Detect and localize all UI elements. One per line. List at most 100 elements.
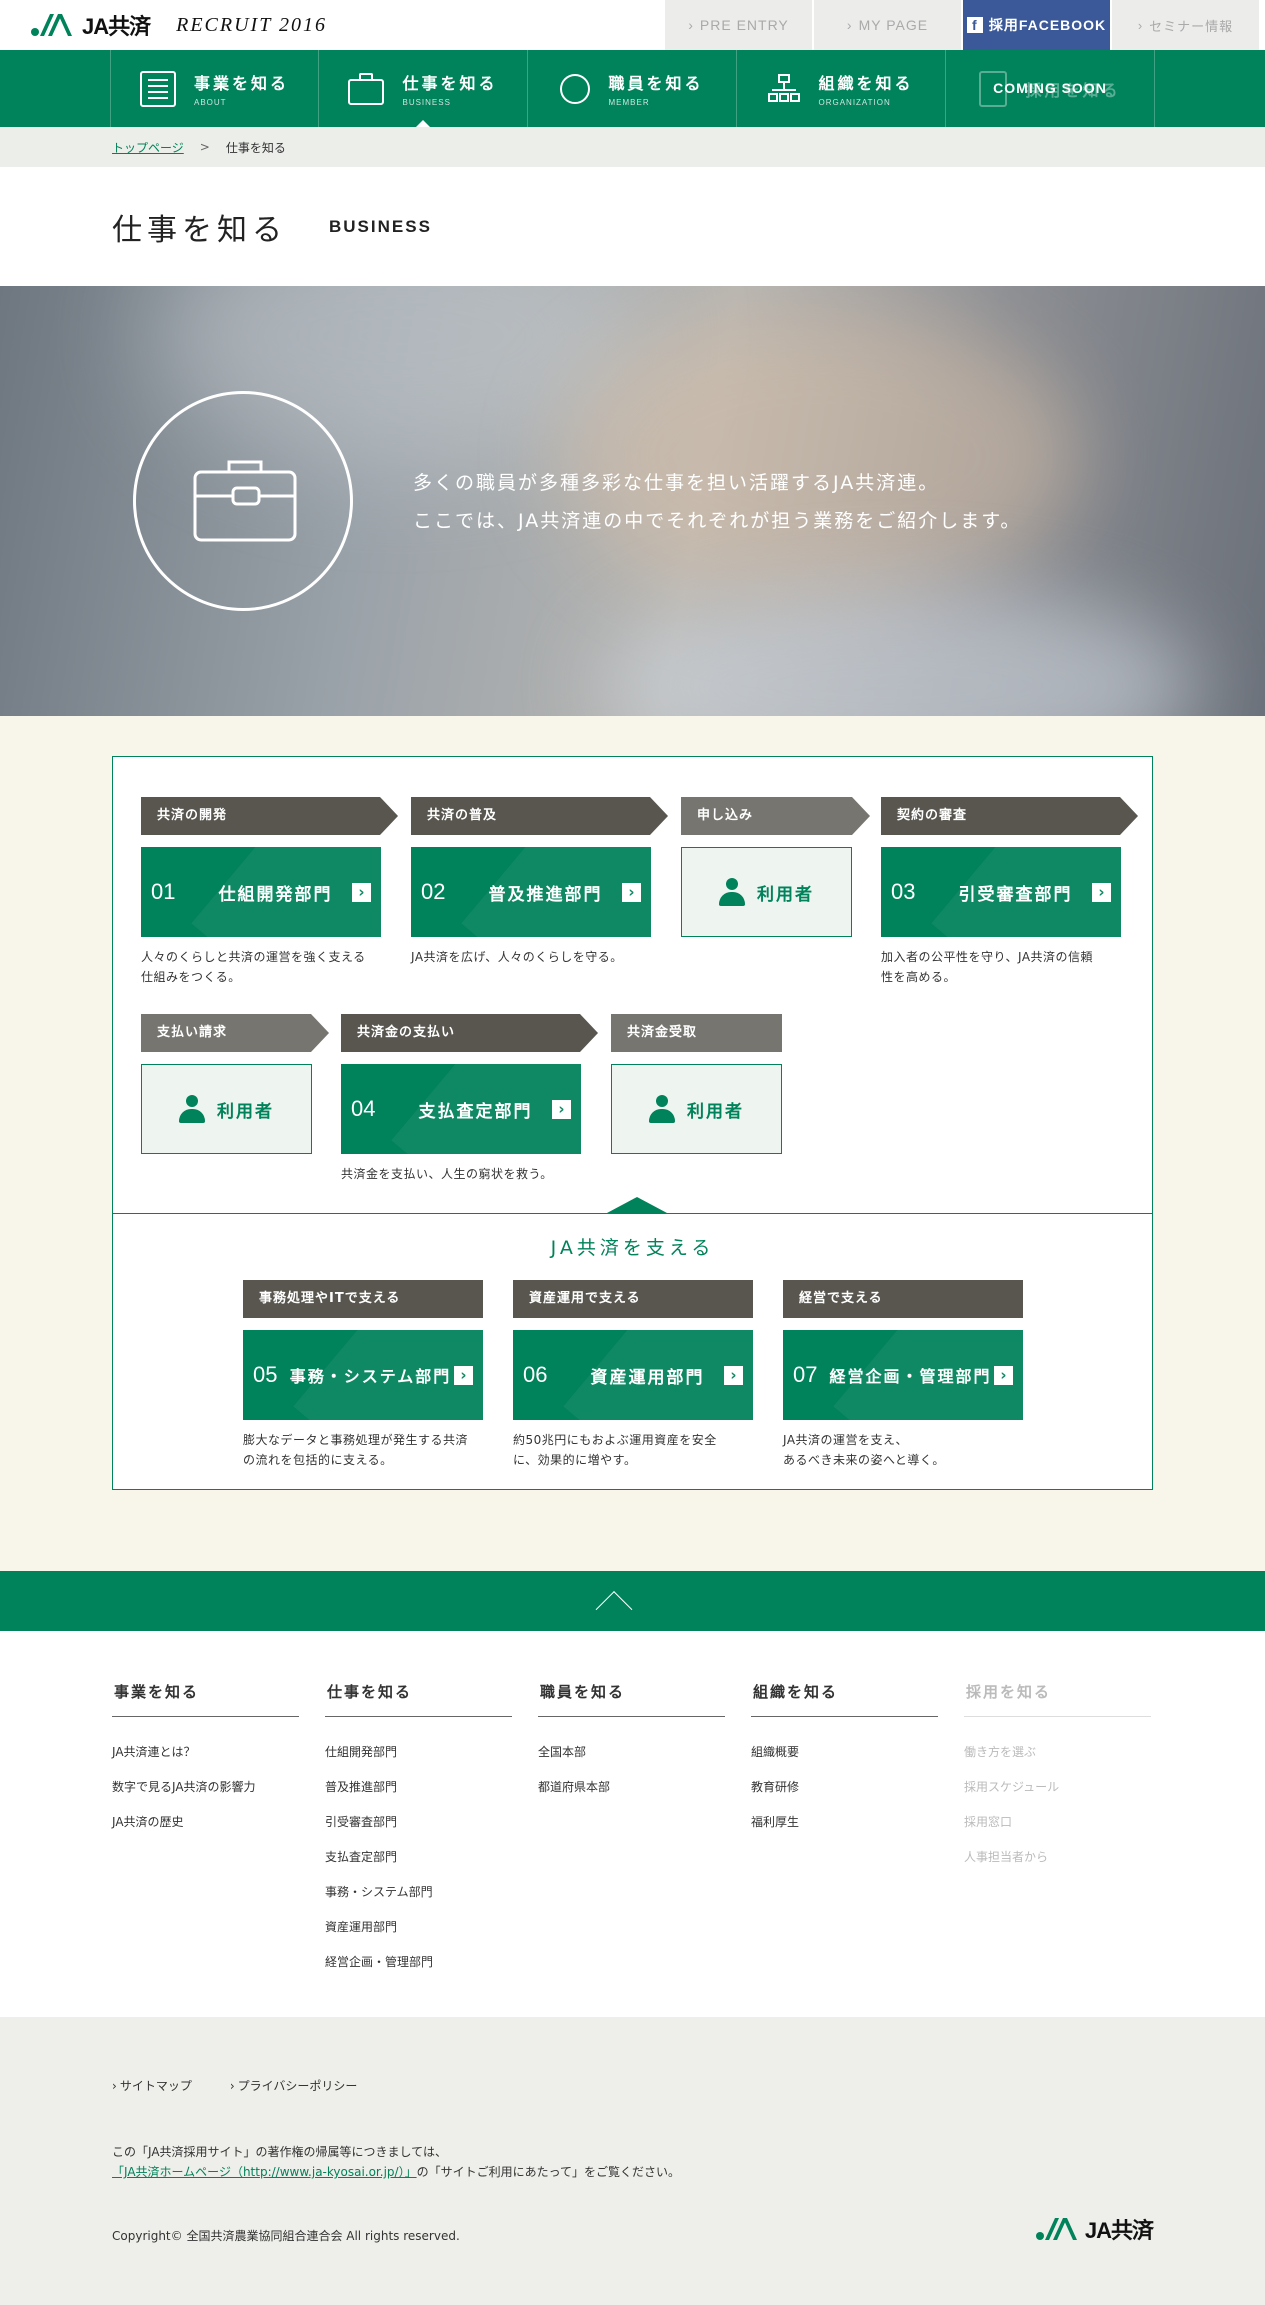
page-title: 仕事を知る — [112, 212, 287, 248]
dept-number: 03 — [891, 879, 916, 904]
arrow-right-icon: › — [724, 1365, 743, 1385]
sitemap-column-about: 事業を知る JA共済連とは？ 数字で見るJA共済の影響力 JA共済の歴史 — [112, 1681, 299, 2017]
user-card: 利用者 — [681, 847, 852, 937]
sitemap-link[interactable]: 全国本部 — [538, 1735, 725, 1770]
sitemap-link[interactable]: 経営企画・管理部門 — [325, 1945, 512, 1980]
support-label: 経営で支える — [783, 1280, 1023, 1318]
sitemap-heading[interactable]: 職員を知る — [538, 1681, 725, 1717]
pre-entry-button[interactable]: › PRE ENTRY — [663, 0, 812, 50]
sitemap-link[interactable]: 資産運用部門 — [325, 1910, 512, 1945]
sitemap-link-disabled: 働き方を選ぶ — [964, 1745, 1037, 1759]
sitemap-link[interactable]: JA共済の歴史 — [112, 1805, 299, 1840]
sitemap-link[interactable]: 組織概要 — [751, 1735, 938, 1770]
dept-description: 膨大なデータと事務処理が発生する共済 の流れを包括的に支える。 — [243, 1433, 469, 1467]
briefcase-icon — [193, 460, 297, 542]
page-title-area: 仕事を知る BUSINESS — [0, 167, 1265, 286]
sitemap-link[interactable]: 福利厚生 — [751, 1805, 938, 1840]
breadcrumb-current: 仕事を知る — [225, 140, 286, 155]
facebook-button[interactable]: f 採用FACEBOOK — [961, 0, 1110, 50]
nav-item-member[interactable]: 職員を知る MEMBER — [528, 50, 737, 127]
step-label: 共済の普及 — [411, 797, 668, 835]
org-chart-icon — [768, 73, 801, 104]
nav-item-organization[interactable]: 組織を知る ORGANIZATION — [737, 50, 946, 127]
sitemap-link[interactable]: 教育研修 — [751, 1770, 938, 1805]
person-icon — [560, 73, 591, 104]
sitemap-column-member: 職員を知る 全国本部 都道府県本部 — [538, 1681, 725, 2017]
sitemap-link[interactable]: サイトマップ — [112, 2077, 192, 2094]
step-label: 支払い請求 — [141, 1014, 329, 1052]
dept-card-02[interactable]: 02 普及推進部門 › — [411, 847, 651, 937]
nav-sublabel: BUSINESS — [402, 98, 451, 107]
seminar-button[interactable]: › セミナー情報 — [1110, 0, 1259, 50]
sitemap-link-disabled: 人事担当者から — [964, 1850, 1049, 1864]
breadcrumb-separator: > — [199, 140, 210, 154]
ja-kyosai-homepage-link[interactable]: 「JA共済ホームページ（http://www.ja-kyosai.or.jp/）… — [112, 2165, 417, 2179]
footer: サイトマップ プライバシーポリシー この「JA共済採用サイト」の著作権の帰属等に… — [0, 2017, 1265, 2305]
support-divider-arrow-icon — [607, 1197, 667, 1213]
dept-card-04[interactable]: 04 支払査定部門 › — [341, 1064, 581, 1154]
dept-description: 人々のくらしと共済の運営を強く支える 仕組みをつくる。 — [141, 950, 366, 984]
breadcrumb-home-link[interactable]: トップページ — [112, 139, 184, 156]
dept-card-07[interactable]: 07 経営企画・管理部門 › — [783, 1330, 1023, 1420]
dept-number: 05 — [253, 1362, 278, 1387]
nav-item-business[interactable]: 仕事を知る BUSINESS — [319, 50, 528, 127]
footer-links: サイトマップ プライバシーポリシー — [112, 2077, 395, 2094]
footer-logo: JA共済 — [1035, 2213, 1154, 2245]
step-label: 共済金受取 — [611, 1014, 782, 1052]
sitemap-link[interactable]: 引受審査部門 — [325, 1805, 512, 1840]
facebook-icon: f — [966, 17, 983, 33]
dept-name: 支払査定部門 — [418, 1101, 533, 1122]
arrow-right-icon: › — [622, 882, 641, 902]
dept-number: 02 — [421, 879, 446, 904]
dept-name: 経営企画・管理部門 — [829, 1367, 992, 1386]
privacy-policy-link[interactable]: プライバシーポリシー — [230, 2077, 358, 2094]
user-label: 利用者 — [687, 1101, 744, 1122]
sitemap-link-disabled: 採用窓口 — [964, 1815, 1013, 1829]
briefcase-icon — [348, 72, 385, 105]
sitemap-link[interactable]: JA共済連とは？ — [112, 1735, 299, 1770]
dept-card-01[interactable]: 01 仕組開発部門 › — [141, 847, 381, 937]
business-flow-box: 共済の開発 01 仕組開発部門 › 人々のくらしと共済の運営を強く支える 仕組みを… — [112, 756, 1153, 1490]
logo[interactable]: JA共済 RECRUIT 2016 — [0, 0, 663, 50]
hero-banner: 多くの職員が多種多彩な仕事を担い活躍するJA共済連。 ここでは、JA共済連の中で… — [0, 286, 1265, 716]
dept-number: 06 — [523, 1362, 548, 1387]
sitemap-column-business: 仕事を知る 仕組開発部門 普及推進部門 引受審査部門 支払査定部門 事務・システ… — [325, 1681, 512, 2017]
footer-sitemap: 事業を知る JA共済連とは？ 数字で見るJA共済の影響力 JA共済の歴史 仕事を… — [0, 1631, 1265, 2017]
hero-line-1: 多くの職員が多種多彩な仕事を担い活躍するJA共済連。 — [413, 472, 940, 494]
sitemap-heading[interactable]: 組織を知る — [751, 1681, 938, 1717]
sitemap-link[interactable]: 普及推進部門 — [325, 1770, 512, 1805]
ja-logo-mark-icon — [1035, 2218, 1077, 2240]
arrow-right-icon: › — [352, 882, 371, 902]
person-icon — [649, 1095, 675, 1123]
step-label: 共済金の支払い — [341, 1014, 598, 1052]
sitemap-link[interactable]: 数字で見るJA共済の影響力 — [112, 1770, 299, 1805]
sitemap-heading[interactable]: 仕事を知る — [325, 1681, 512, 1717]
dept-name: 引受審査部門 — [958, 884, 1073, 905]
dept-number: 07 — [793, 1362, 818, 1387]
user-label: 利用者 — [217, 1101, 274, 1122]
my-page-button[interactable]: › MY PAGE — [812, 0, 961, 50]
dept-name: 資産運用部門 — [590, 1367, 705, 1388]
sitemap-link[interactable]: 事務・システム部門 — [325, 1875, 512, 1910]
step-label: 契約の審査 — [881, 797, 1138, 835]
hero-line-2: ここでは、JA共済連の中でそれぞれが担う業務をご紹介します。 — [413, 510, 1022, 532]
dept-description: JA共済の運営を支え、 あるべき未来の姿へと導く。 — [783, 1433, 945, 1467]
dept-card-05[interactable]: 05 事務・システム部門 › — [243, 1330, 483, 1420]
dept-description: JA共済を広げ、人々のくらしを守る。 — [411, 950, 623, 964]
dept-description: 加入者の公平性を守り、JA共済の信頼 性を高める。 — [881, 950, 1094, 984]
breadcrumb: トップページ > 仕事を知る — [0, 127, 1265, 167]
sitemap-link[interactable]: 都道府県本部 — [538, 1770, 725, 1805]
page-top-button[interactable] — [0, 1571, 1265, 1631]
sitemap-heading[interactable]: 事業を知る — [112, 1681, 299, 1717]
nav-item-about[interactable]: 事業を知る ABOUT — [110, 50, 319, 127]
step-label: 共済の開発 — [141, 797, 398, 835]
sitemap-column-recruit: 採用を知る 働き方を選ぶ 採用スケジュール 採用窓口 人事担当者から — [964, 1681, 1151, 2017]
dept-name: 仕組開発部門 — [218, 884, 333, 905]
dept-card-03[interactable]: 03 引受審査部門 › — [881, 847, 1121, 937]
nav-label: 組織を知る — [818, 74, 914, 93]
nav-item-recruit: 採用を知る COMING SOON — [946, 50, 1155, 127]
support-label: 事務処理やITで支える — [243, 1280, 483, 1318]
dept-card-06[interactable]: 06 資産運用部門 › — [513, 1330, 753, 1420]
sitemap-link[interactable]: 仕組開発部門 — [325, 1735, 512, 1770]
sitemap-link[interactable]: 支払査定部門 — [325, 1840, 512, 1875]
